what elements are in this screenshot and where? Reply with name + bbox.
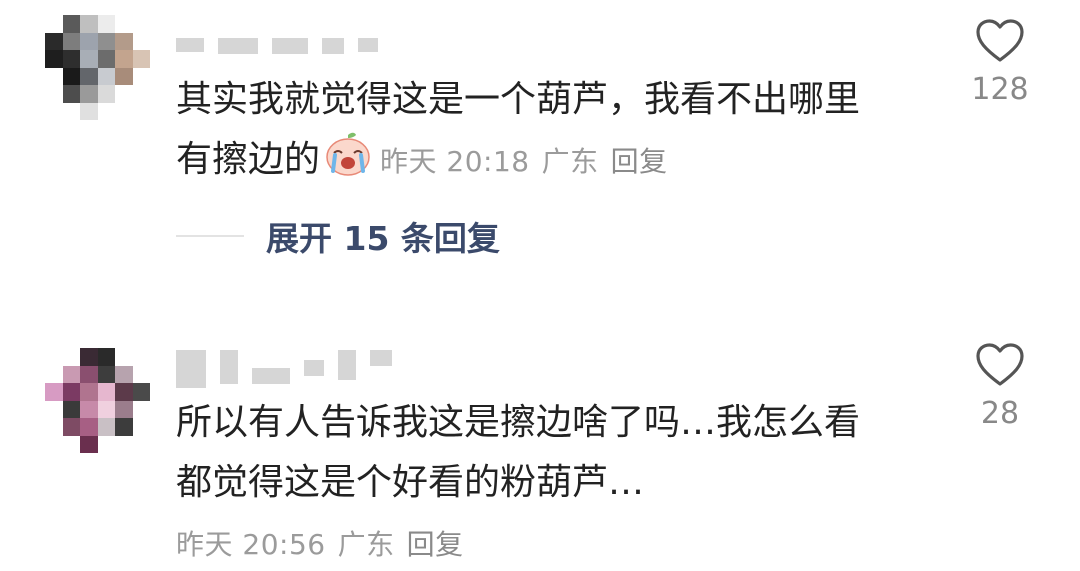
avatar[interactable] — [45, 348, 150, 453]
comment-location: 广东 — [337, 528, 395, 561]
heart-icon — [976, 343, 1024, 386]
comment-item: 所以有人告诉我这是擦边啥了吗…我怎么看 都觉得这是个好看的粉葫芦… 昨天 20:… — [0, 0, 1080, 561]
like-count: 28 — [980, 396, 1020, 431]
like-button[interactable]: 28 — [960, 342, 1040, 431]
username[interactable] — [176, 350, 392, 388]
comment-meta: 昨天 20:56 广东 回复 — [176, 523, 476, 563]
comment-line: 所以有人告诉我这是擦边啥了吗…我怎么看 — [176, 402, 861, 443]
comment-line: 都觉得这是个好看的粉葫芦… — [176, 462, 645, 503]
comment-text: 所以有人告诉我这是擦边啥了吗…我怎么看 都觉得这是个好看的粉葫芦… — [176, 393, 860, 513]
reply-button[interactable]: 回复 — [407, 528, 464, 561]
comment-time: 昨天 20:56 — [176, 528, 326, 561]
